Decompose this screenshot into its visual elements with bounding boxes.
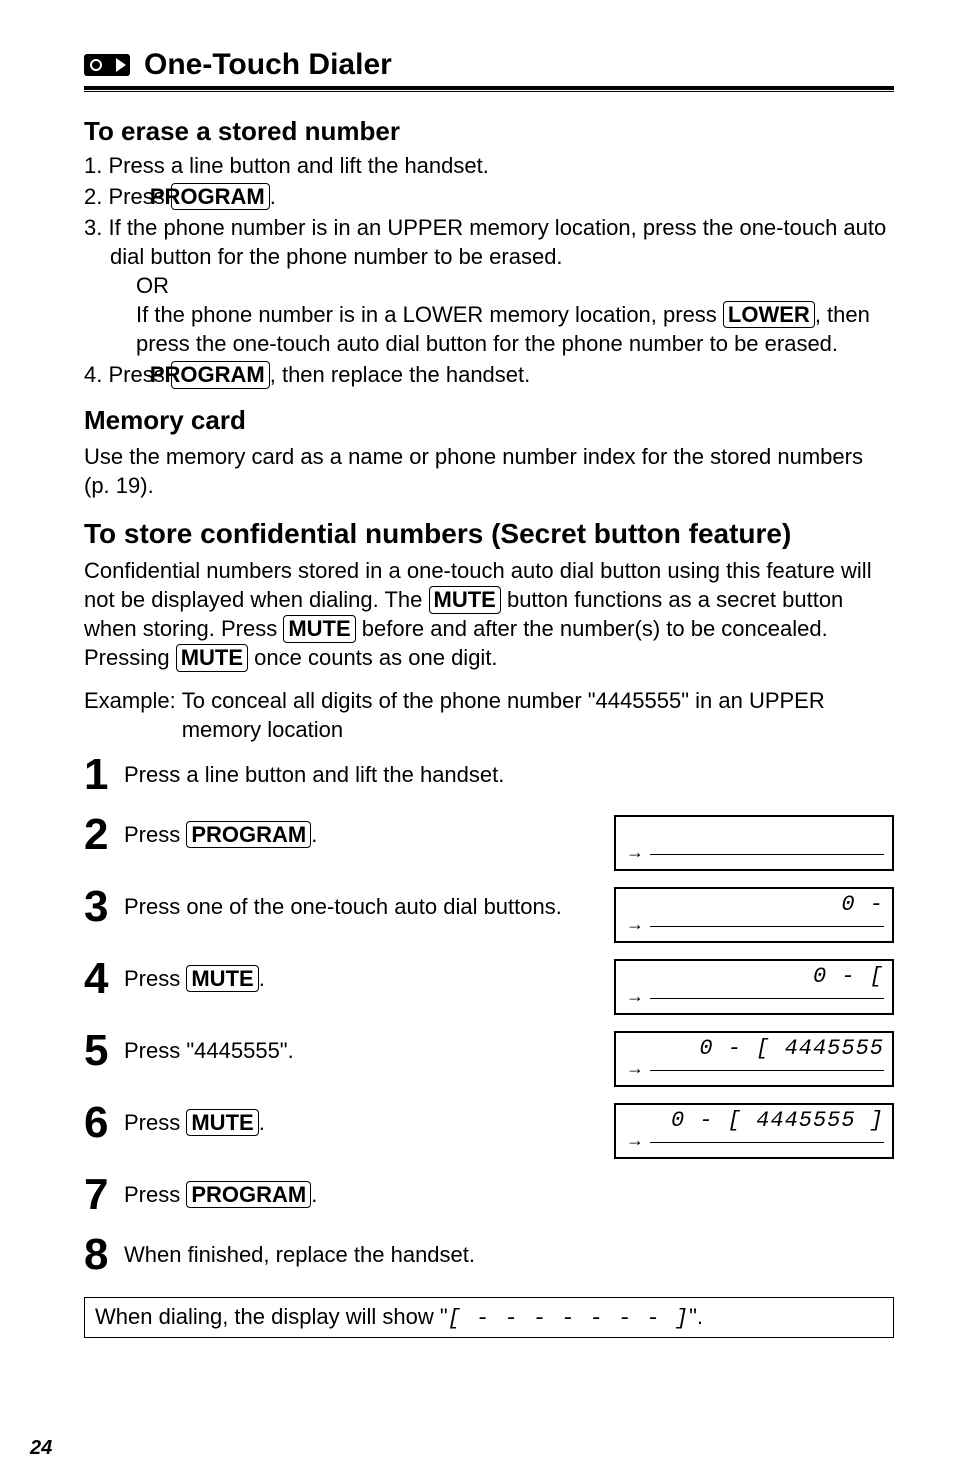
program-button-label: PROGRAM [186,821,311,848]
mute-button-label: MUTE [186,965,258,992]
memory-heading: Memory card [84,405,894,436]
program-button-label: PROGRAM [171,361,270,388]
lower-button-label: LOWER [723,301,815,328]
arrow-icon: → [626,1130,644,1151]
divider [84,86,894,90]
erase-heading: To erase a stored number [84,116,894,147]
mute-button-label: MUTE [429,586,501,613]
lcd-display: 0 - [ 4445555 → [614,1031,894,1087]
erase-step-3: 3. If the phone number is in an UPPER me… [84,213,894,358]
step-1: 1 Press a line button and lift the hands… [84,755,894,797]
step-4: 4 Press MUTE. 0 - [ → [84,959,894,1013]
step-2: 2 Press PROGRAM. → [84,815,894,869]
step-5: 5 Press "4445555". 0 - [ 4445555 → [84,1031,894,1085]
dialing-note: When dialing, the display will show "[ -… [84,1297,894,1338]
page-title: One-Touch Dialer [144,48,392,82]
divider [84,91,894,92]
lcd-display: 0 - [ 4445555 ] → [614,1103,894,1159]
mute-button-label: MUTE [283,615,355,642]
erase-step-1: 1. Press a line button and lift the hand… [84,151,894,180]
tape-arrow-icon [84,54,130,76]
arrow-icon: → [626,842,644,863]
lcd-display: 0 - → [614,887,894,943]
page-number: 24 [30,1437,52,1460]
program-button-label: PROGRAM [186,1181,311,1208]
erase-step-2: 2. Press PROGRAM. [84,182,894,211]
erase-step-4: 4. Press PROGRAM, then replace the hands… [84,360,894,389]
arrow-icon: → [626,914,644,935]
step-6: 6 Press MUTE. 0 - [ 4445555 ] → [84,1103,894,1157]
program-button-label: PROGRAM [171,183,270,210]
secret-paragraph: Confidential numbers stored in a one-tou… [84,556,894,672]
secret-heading: To store confidential numbers (Secret bu… [84,518,894,550]
memory-text: Use the memory card as a name or phone n… [84,442,894,500]
mute-button-label: MUTE [176,644,248,671]
arrow-icon: → [626,986,644,1007]
example-block: Example: To conceal all digits of the ph… [84,686,894,744]
arrow-icon: → [626,1058,644,1079]
step-7: 7 Press PROGRAM. [84,1175,894,1217]
step-8: 8 When finished, replace the handset. [84,1235,894,1277]
mute-button-label: MUTE [186,1109,258,1136]
step-3: 3 Press one of the one-touch auto dial b… [84,887,894,941]
lcd-display: 0 - [ → [614,959,894,1015]
lcd-display: → [614,815,894,871]
